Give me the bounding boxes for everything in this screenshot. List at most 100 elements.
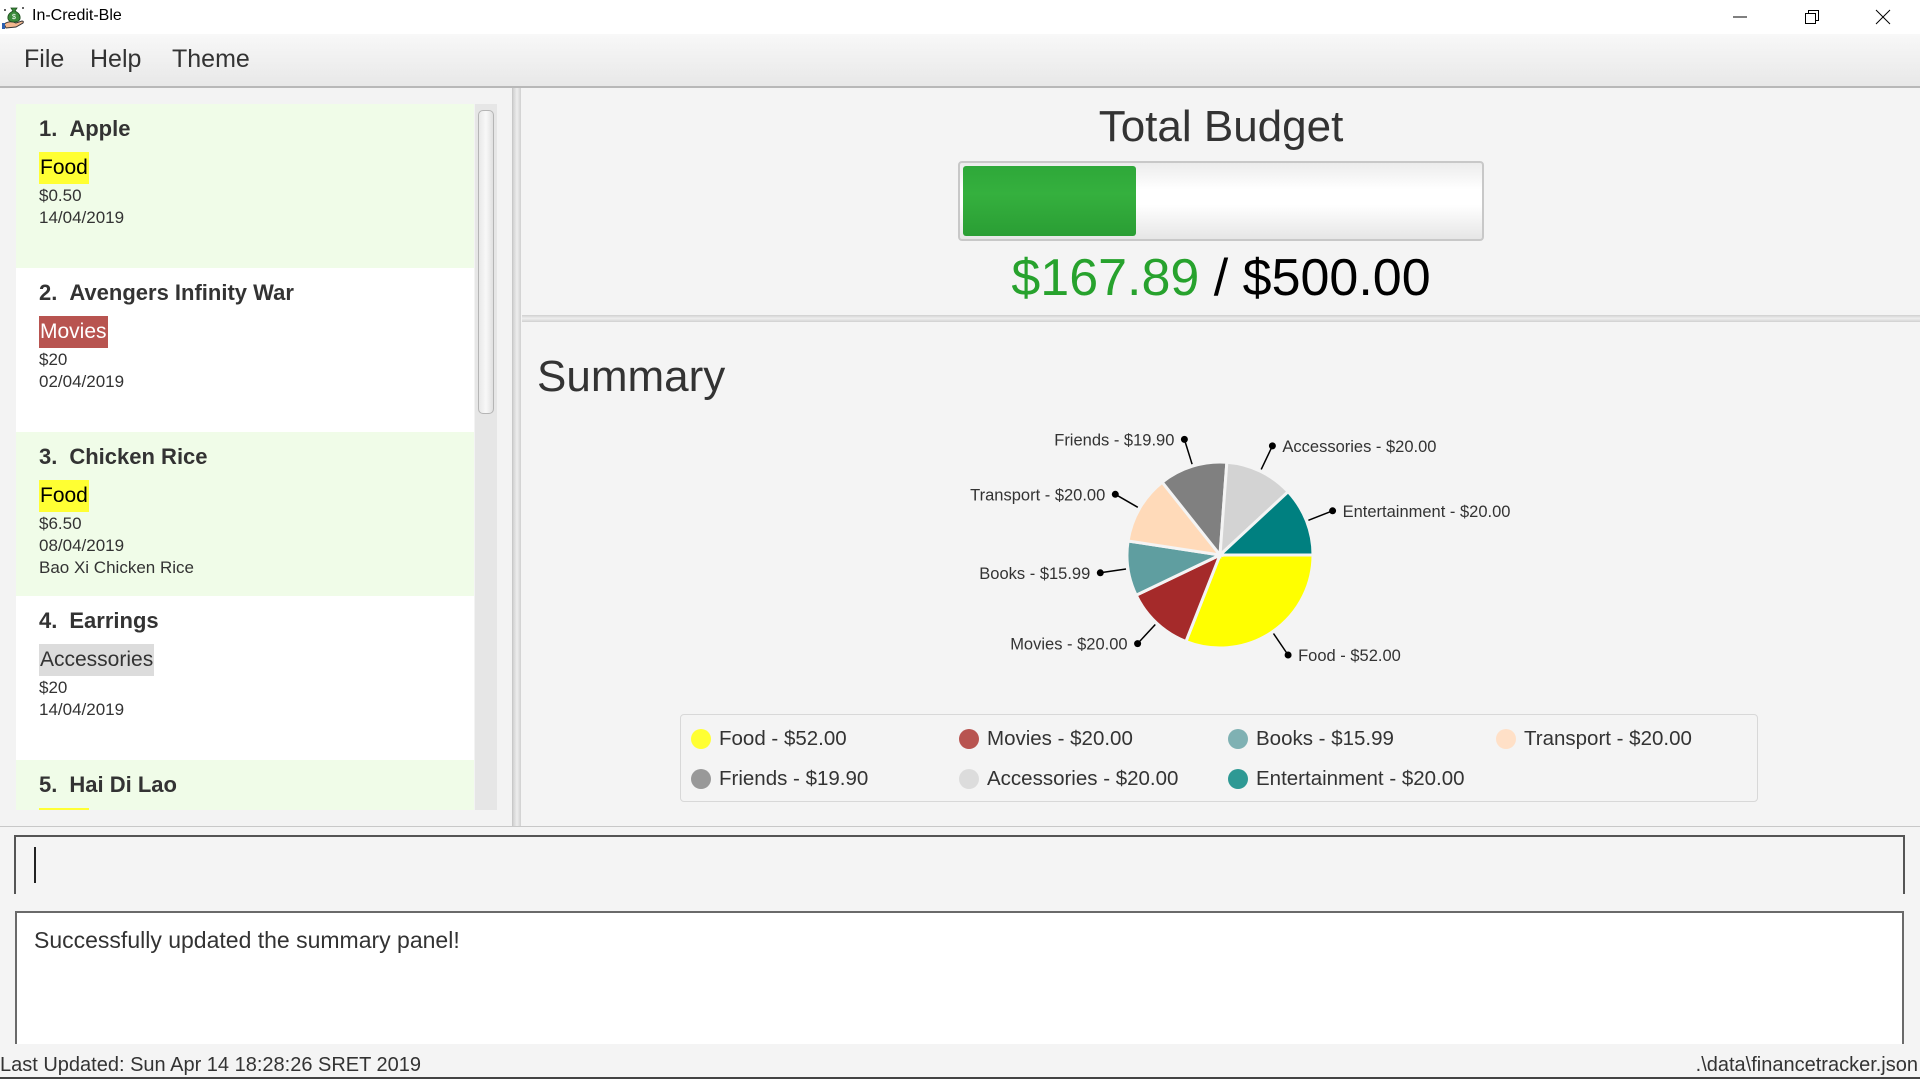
pie-leader-dot xyxy=(1329,507,1337,515)
expense-name: Hai Di Lao xyxy=(69,772,177,797)
pie-leader-line xyxy=(1272,633,1289,656)
expense-date: 08/04/2019 xyxy=(39,536,125,555)
expense-index: 4. xyxy=(39,608,58,633)
menu-bar: File Help Theme xyxy=(0,34,1920,88)
pie-label-food: Food - $52.00 xyxy=(1298,647,1401,665)
legend-color-icon xyxy=(691,769,711,789)
close-icon xyxy=(1875,9,1891,25)
expense-name: Avengers Infinity War xyxy=(69,280,294,305)
legend-item-transport: Transport - $20.00 xyxy=(1496,724,1692,754)
pie-leader-line xyxy=(1100,568,1127,574)
budget-panel: Total Budget $167.89 / $500.00 xyxy=(522,88,1920,315)
pie-leader-dot xyxy=(1268,442,1276,450)
pie-label-transport: Transport - $20.00 xyxy=(970,486,1105,504)
expense-card[interactable]: 3. Chicken Rice Food $6.50 08/04/2019 Bao Xi … xyxy=(16,432,474,596)
minimize-button[interactable] xyxy=(1705,0,1775,34)
legend-color-icon xyxy=(959,729,979,749)
close-button[interactable] xyxy=(1848,0,1918,34)
budget-limit: $500.00 xyxy=(1242,249,1431,307)
expense-date: 02/04/2019 xyxy=(39,372,125,391)
split-pane-divider-vertical[interactable] xyxy=(513,88,521,826)
pie-chart-legend: Food - $52.00 Movies - $20.00 Books - $15.… xyxy=(680,714,1758,802)
result-display: Successfully updated the summary panel! xyxy=(15,911,1904,1044)
expense-index: 3. xyxy=(39,444,58,469)
pie-leader-dot xyxy=(1134,640,1142,648)
legend-label: Movies - $20.00 xyxy=(987,727,1133,750)
pie-label-books: Books - $15.99 xyxy=(979,565,1090,583)
legend-item-accessories: Accessories - $20.00 xyxy=(959,764,1178,794)
expense-card[interactable]: 1. Apple Food $0.50 14/04/2019 xyxy=(16,104,474,268)
budget-progress-bar xyxy=(958,161,1484,241)
category-tag: Movies xyxy=(39,316,108,348)
panel-bottom-border xyxy=(0,826,1920,827)
expense-name: Chicken Rice xyxy=(69,444,208,469)
expense-amount: $20 xyxy=(39,678,68,697)
budget-separator: / xyxy=(1199,249,1243,307)
pie-label-accessories: Accessories - $20.00 xyxy=(1282,438,1436,456)
text-caret xyxy=(34,847,36,883)
legend-item-friends: Friends - $19.90 xyxy=(691,764,868,794)
menu-file[interactable]: File xyxy=(24,45,64,74)
menu-help[interactable]: Help xyxy=(90,45,141,74)
expense-amount: $6.50 xyxy=(39,514,82,533)
split-pane-divider-horizontal[interactable] xyxy=(522,315,1920,322)
pie-leader-line xyxy=(1114,493,1139,508)
budget-progress-fill xyxy=(963,166,1136,236)
expense-list-panel: 1. Apple Food $0.50 14/04/2019 2. Avengers Inf… xyxy=(0,88,513,826)
restore-icon xyxy=(1805,10,1819,24)
svg-text:$: $ xyxy=(12,14,16,21)
status-file-path: .\data\financetracker.json xyxy=(1695,1054,1918,1076)
pie-leader-line xyxy=(1308,510,1333,521)
expense-title: 5. Hai Di Lao xyxy=(39,772,177,798)
budget-amount: $167.89 / $500.00 xyxy=(522,248,1920,308)
budget-title: Total Budget xyxy=(1098,102,1344,151)
category-tag: Food xyxy=(39,480,89,512)
status-bar: Last Updated: Sun Apr 14 18:28:26 SRET 2… xyxy=(0,1045,1920,1079)
category-tag: Accessories xyxy=(39,644,155,676)
expense-list-scrollbar[interactable] xyxy=(475,104,497,810)
legend-color-icon xyxy=(959,769,979,789)
minimize-icon xyxy=(1733,16,1747,18)
legend-label: Books - $15.99 xyxy=(1256,727,1394,750)
expense-title: 1. Apple xyxy=(39,116,130,142)
title-bar: $ In-Credit-Ble xyxy=(0,0,1920,34)
expense-card[interactable]: 5. Hai Di Lao Food xyxy=(16,760,474,810)
category-tag: Food xyxy=(39,808,89,810)
command-box[interactable] xyxy=(14,835,1919,896)
legend-color-icon xyxy=(691,729,711,749)
result-message: Successfully updated the summary panel! xyxy=(34,927,460,953)
pie-leader-dot xyxy=(1096,569,1104,577)
pie-leader-dot xyxy=(1180,435,1188,443)
pie-leader-line xyxy=(1260,445,1274,470)
command-input[interactable] xyxy=(16,837,1919,896)
expense-name: Earrings xyxy=(69,608,159,633)
status-last-updated: Last Updated: Sun Apr 14 18:28:26 SRET 2… xyxy=(0,1054,422,1076)
pie-leader-dot xyxy=(1284,651,1292,659)
pie-label-entertainment: Entertainment - $20.00 xyxy=(1343,503,1511,521)
budget-spent: $167.89 xyxy=(1011,249,1200,307)
expense-card[interactable]: 4. Earrings Accessories $20 14/04/2019 xyxy=(16,596,474,760)
expense-card[interactable]: 2. Avengers Infinity War Movies $20 02/04/20… xyxy=(16,268,474,432)
expense-name: Apple xyxy=(69,116,131,141)
expense-list[interactable]: 1. Apple Food $0.50 14/04/2019 2. Avengers Inf… xyxy=(16,104,474,810)
expense-title: 4. Earrings xyxy=(39,608,159,634)
legend-item-entertainment: Entertainment - $20.00 xyxy=(1228,764,1465,794)
expense-amount: $0.50 xyxy=(39,186,82,205)
expense-index: 2. xyxy=(39,280,58,305)
legend-item-books: Books - $15.99 xyxy=(1228,724,1394,754)
expense-title: 2. Avengers Infinity War xyxy=(39,280,294,306)
legend-label: Transport - $20.00 xyxy=(1524,727,1692,750)
expense-title: 3. Chicken Rice xyxy=(39,444,208,470)
pie-leader-line xyxy=(1137,623,1156,645)
menu-theme[interactable]: Theme xyxy=(172,45,250,74)
legend-label: Entertainment - $20.00 xyxy=(1256,767,1465,790)
expense-date: 14/04/2019 xyxy=(39,700,125,719)
legend-color-icon xyxy=(1228,769,1248,789)
restore-button[interactable] xyxy=(1777,0,1847,34)
expense-date: 14/04/2019 xyxy=(39,208,125,227)
pie-label-movies: Movies - $20.00 xyxy=(1010,636,1127,654)
scrollbar-thumb[interactable] xyxy=(478,110,494,414)
window-title: In-Credit-Ble xyxy=(32,7,122,24)
legend-color-icon xyxy=(1228,729,1248,749)
legend-item-food: Food - $52.00 xyxy=(691,724,847,754)
